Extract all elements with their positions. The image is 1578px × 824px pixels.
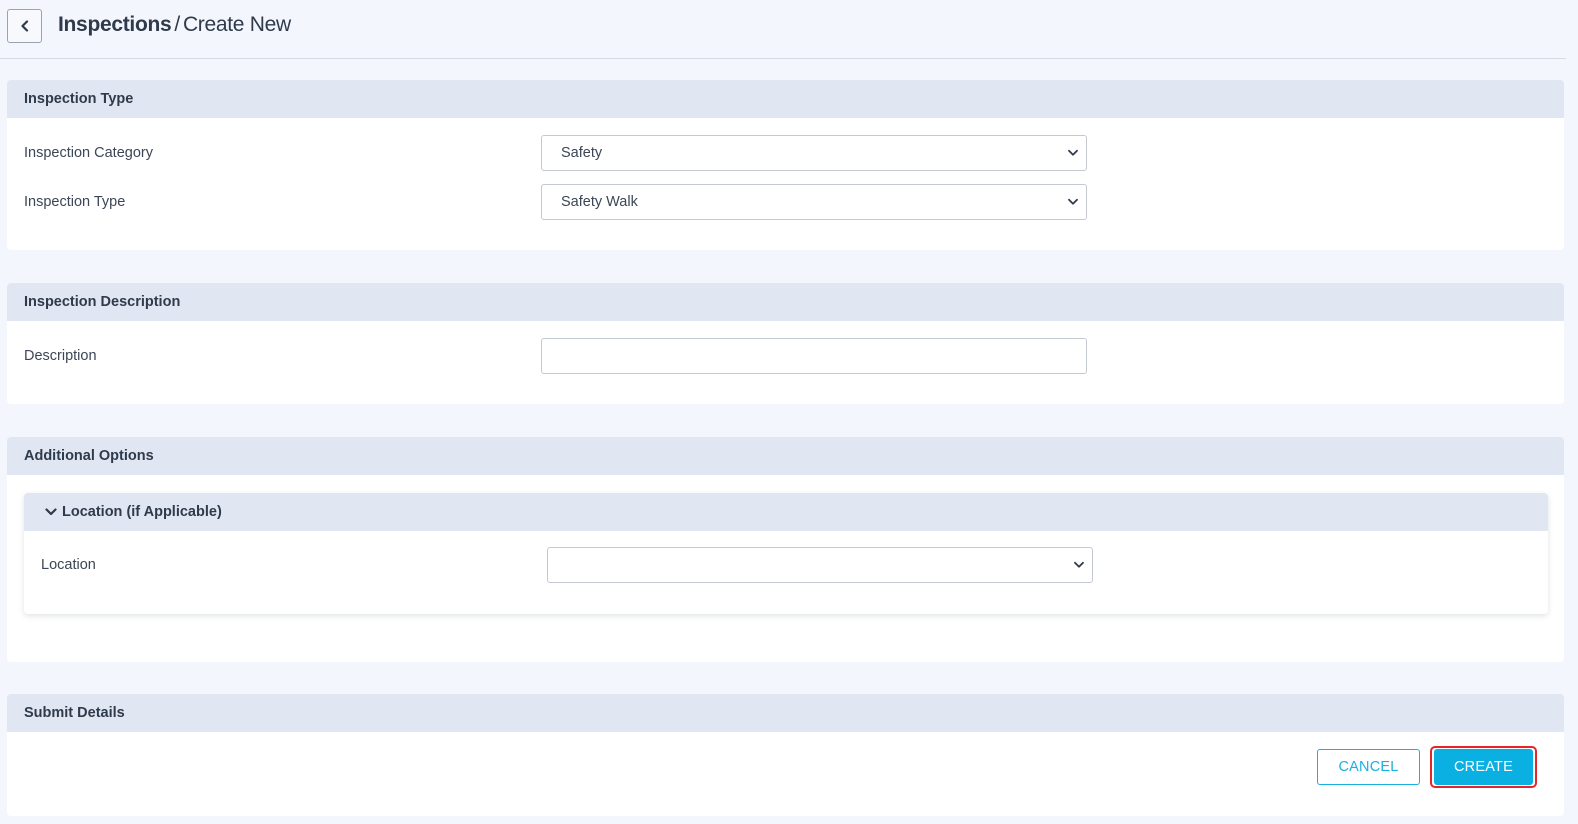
back-button[interactable] [7,9,42,43]
inspection-category-row: Inspection Category Safety [7,135,1564,171]
breadcrumb-separator: / [174,13,180,36]
location-group-title: Location (if Applicable) [62,504,222,520]
breadcrumb-root[interactable]: Inspections [58,13,172,36]
location-row: Location [24,547,1548,583]
description-row: Description [7,338,1564,374]
cancel-button[interactable]: CANCEL [1317,749,1420,785]
inspection-type-header: Inspection Type [7,80,1564,118]
inspection-category-label: Inspection Category [24,145,153,161]
chevron-down-icon [1068,198,1078,206]
additional-options-panel: Additional Options Location (if Applicab… [7,437,1564,662]
create-button-highlight: CREATE [1430,746,1537,788]
description-input[interactable] [541,338,1087,374]
inspection-description-header: Inspection Description [7,283,1564,321]
page-title: Inspections / Create New [58,13,291,37]
location-group-toggle[interactable]: Location (if Applicable) [24,493,1548,531]
breadcrumb-current: Create New [182,13,291,36]
inspection-description-panel: Inspection Description Description [7,283,1564,404]
inspection-type-row: Inspection Type Safety Walk [7,184,1564,220]
description-label: Description [24,348,97,364]
inspection-type-panel: Inspection Type Inspection Category Safe… [7,80,1564,250]
additional-options-header: Additional Options [7,437,1564,475]
inspection-category-select[interactable]: Safety [541,135,1087,171]
chevron-left-icon [19,20,31,32]
location-label: Location [41,557,96,573]
inspection-type-select[interactable]: Safety Walk [541,184,1087,220]
chevron-down-icon [45,508,57,516]
inspection-type-value: Safety Walk [561,194,638,210]
inspection-category-value: Safety [561,145,603,161]
create-button[interactable]: CREATE [1434,749,1533,785]
submit-details-header: Submit Details [7,694,1564,732]
location-select[interactable] [547,547,1093,583]
chevron-down-icon [1074,561,1084,569]
submit-details-panel: Submit Details CANCEL CREATE [7,694,1564,816]
chevron-down-icon [1068,149,1078,157]
inspection-type-label: Inspection Type [24,194,126,210]
page-header: Inspections / Create New [0,0,1566,59]
location-group: Location (if Applicable) Location [24,493,1548,614]
